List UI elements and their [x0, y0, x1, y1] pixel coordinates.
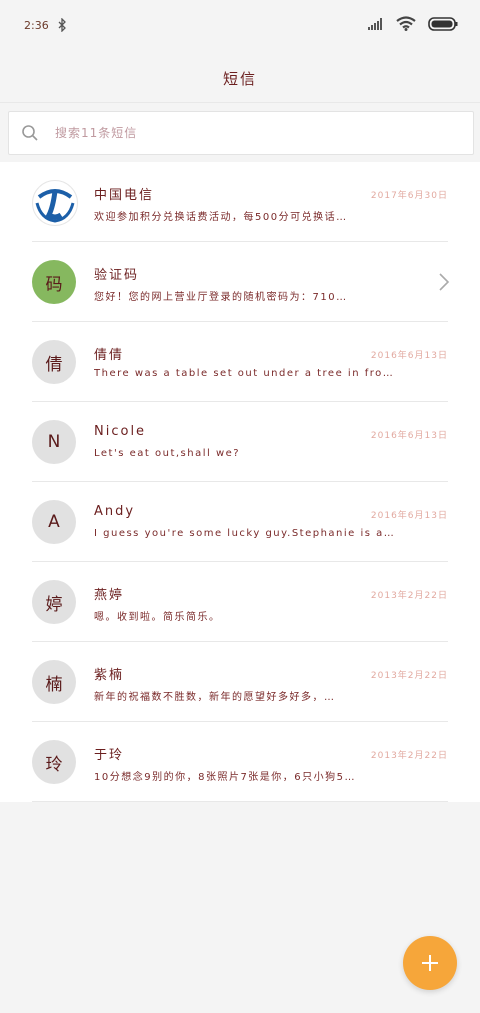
search-area: [0, 102, 480, 161]
conversation-row-qianqian[interactable]: 倩 倩倩 2016年6月13日 There was a table set ou…: [0, 322, 480, 402]
conversation-row-yuling[interactable]: 玲 于玲 2013年2月22日 10分想念9别的你，8张照片7张是你，6只小狗5…: [0, 722, 480, 802]
search-input[interactable]: [53, 117, 437, 149]
status-left: 2:36: [24, 18, 67, 32]
conversation-date: 2016年6月13日: [370, 351, 448, 361]
conversation-row-nicole[interactable]: N Nicole 2016年6月13日 Let's eat out,shall …: [0, 402, 480, 482]
search-icon: [22, 125, 38, 141]
conversation-name: Nicole: [94, 424, 147, 439]
conversation-name: 中国电信: [94, 188, 155, 203]
row-divider: [32, 801, 448, 802]
conversation-name: 燕婷: [94, 588, 125, 603]
chevron-right-icon[interactable]: [438, 272, 450, 292]
title-bar: 短信: [0, 52, 480, 102]
conversation-date: 2013年2月22日: [370, 671, 448, 681]
conversation-date: 2013年2月22日: [370, 751, 448, 761]
search-box[interactable]: [8, 111, 474, 155]
conversation-date: 2013年2月22日: [370, 591, 448, 601]
conversation-row-zinan[interactable]: 楠 紫楠 2013年2月22日 新年的祝福数不胜数，新年的愿望好多好多，…: [0, 642, 480, 722]
conversation-preview: 10分想念9别的你，8张照片7张是你，6只小狗5…: [94, 772, 357, 783]
avatar: 婷: [32, 580, 76, 624]
avatar: N: [32, 420, 76, 464]
conversation-name: 紫楠: [94, 668, 125, 683]
conversation-name: 验证码: [94, 268, 140, 283]
page-title: 短信: [222, 70, 257, 88]
telecom-logo-avatar: [32, 180, 78, 226]
status-bar: 2:36: [0, 0, 480, 52]
status-right: [368, 16, 458, 31]
conversation-preview: 新年的祝福数不胜数，新年的愿望好多好多，…: [94, 692, 336, 703]
signal-icon: [368, 17, 382, 30]
avatar: 倩: [32, 340, 76, 384]
conversation-preview: There was a table set out under a tree i…: [94, 368, 394, 379]
avatar: 码: [32, 260, 76, 304]
avatar: A: [32, 500, 76, 544]
conversation-date: 2017年6月30日: [370, 191, 448, 201]
conversation-date: 2016年6月13日: [370, 431, 448, 441]
conversation-list: 中国电信 2017年6月30日 欢迎参加积分兑换话费活动，每500分可兑换话… …: [0, 162, 480, 802]
bluetooth-icon: [58, 18, 66, 32]
conversation-preview: 嗯。收到啦。简乐简乐。: [94, 612, 221, 623]
conversation-row-china-telecom[interactable]: 中国电信 2017年6月30日 欢迎参加积分兑换话费活动，每500分可兑换话…: [0, 162, 480, 242]
plus-icon: [422, 955, 438, 971]
status-time: 2:36: [24, 18, 49, 32]
conversation-name: 于玲: [94, 748, 125, 763]
conversation-date: 2016年6月13日: [370, 511, 448, 521]
conversation-row-andy[interactable]: A Andy 2016年6月13日 I guess you're some lu…: [0, 482, 480, 562]
conversation-name: Andy: [94, 504, 136, 519]
avatar: 楠: [32, 660, 76, 704]
avatar: 玲: [32, 740, 76, 784]
conversation-preview: 您好！您的网上营业厅登录的随机密码为：710…: [94, 292, 348, 303]
conversation-preview: I guess you're some lucky guy.Stephanie …: [94, 528, 394, 539]
china-telecom-logo-icon: [35, 189, 75, 223]
conversation-name: 倩倩: [94, 348, 125, 363]
conversation-row-verification-code[interactable]: 码 验证码 您好！您的网上营业厅登录的随机密码为：710…: [0, 242, 480, 322]
conversation-row-yanting[interactable]: 婷 燕婷 2013年2月22日 嗯。收到啦。简乐简乐。: [0, 562, 480, 642]
battery-icon: [428, 16, 458, 31]
conversation-preview: 欢迎参加积分兑换话费活动，每500分可兑换话…: [94, 212, 348, 223]
wifi-icon: [396, 16, 416, 31]
new-message-button[interactable]: [403, 936, 457, 990]
conversation-preview: Let's eat out,shall we?: [94, 448, 241, 459]
